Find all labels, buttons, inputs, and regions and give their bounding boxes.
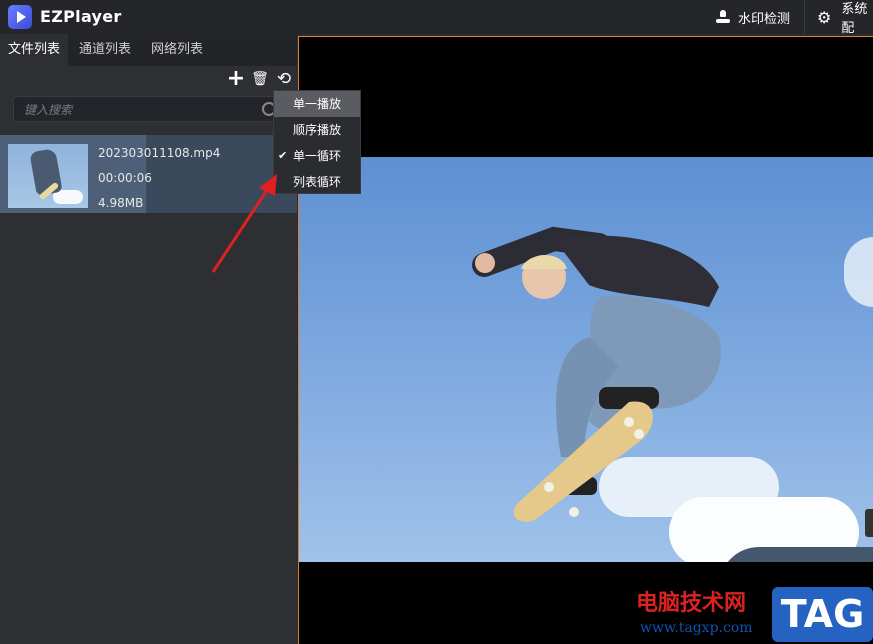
search-input[interactable]	[14, 97, 266, 123]
watermark-check-button[interactable]: 水印检测	[716, 0, 790, 34]
person-icon	[716, 10, 730, 24]
settings-label: 系统配	[841, 2, 868, 36]
app-title: EZPlayer	[40, 7, 122, 26]
watermark-check-label: 水印检测	[738, 11, 791, 27]
video-player[interactable]	[298, 36, 873, 644]
file-size: 4.98MB	[98, 196, 144, 210]
annotation-arrow-icon	[211, 174, 277, 273]
video-frame	[299, 157, 873, 562]
menu-item-list-loop[interactable]: 列表循环	[274, 169, 360, 195]
skater-figure	[472, 226, 721, 522]
gear-icon: ⚙	[817, 7, 832, 27]
title-bar: EZPlayer 水印检测 ⚙ 系统配	[0, 0, 873, 36]
menu-item-single-loop[interactable]: ✔ 单一循环	[274, 143, 360, 169]
panel-tabs: 文件列表 通道列表 网络列表	[0, 34, 297, 66]
search-box	[13, 96, 283, 123]
play-mode-icon[interactable]: ⟲	[274, 68, 294, 90]
menu-item-label: 单一循环	[293, 149, 342, 163]
tab-network-list[interactable]: 网络列表	[144, 34, 210, 66]
watermark-tag-logo: TAG	[772, 587, 873, 642]
site-watermark: 电脑技术网 www.tagxp.com TAG	[636, 585, 873, 644]
titlebar-divider	[804, 0, 805, 34]
menu-item-label: 顺序播放	[293, 123, 342, 137]
menu-item-sequential-play[interactable]: 顺序播放	[274, 117, 360, 143]
side-panel-handle[interactable]	[865, 509, 873, 537]
settings-button[interactable]: ⚙ 系统配	[817, 0, 873, 36]
watermark-cn-text: 电脑技术网	[636, 591, 747, 616]
video-thumbnail	[8, 144, 88, 208]
tab-file-list[interactable]: 文件列表	[0, 34, 68, 66]
file-name: 202303011108.mp4	[98, 146, 221, 160]
left-panel: 文件列表 通道列表 网络列表 + 🗑 ⟲ 202303011108.mp4 00…	[0, 34, 297, 644]
delete-file-icon[interactable]: 🗑	[250, 68, 270, 90]
check-icon: ✔	[278, 149, 288, 162]
play-mode-menu: 单一播放 顺序播放 ✔ 单一循环 列表循环	[273, 90, 361, 194]
menu-item-single-play[interactable]: 单一播放	[274, 91, 360, 117]
menu-item-label: 列表循环	[293, 175, 342, 189]
app-logo-icon	[8, 5, 32, 29]
add-file-icon[interactable]: +	[226, 68, 246, 90]
watermark-url: www.tagxp.com	[640, 620, 753, 636]
file-duration: 00:00:06	[98, 171, 152, 185]
menu-item-label: 单一播放	[293, 97, 342, 111]
tab-channel-list[interactable]: 通道列表	[72, 34, 138, 66]
